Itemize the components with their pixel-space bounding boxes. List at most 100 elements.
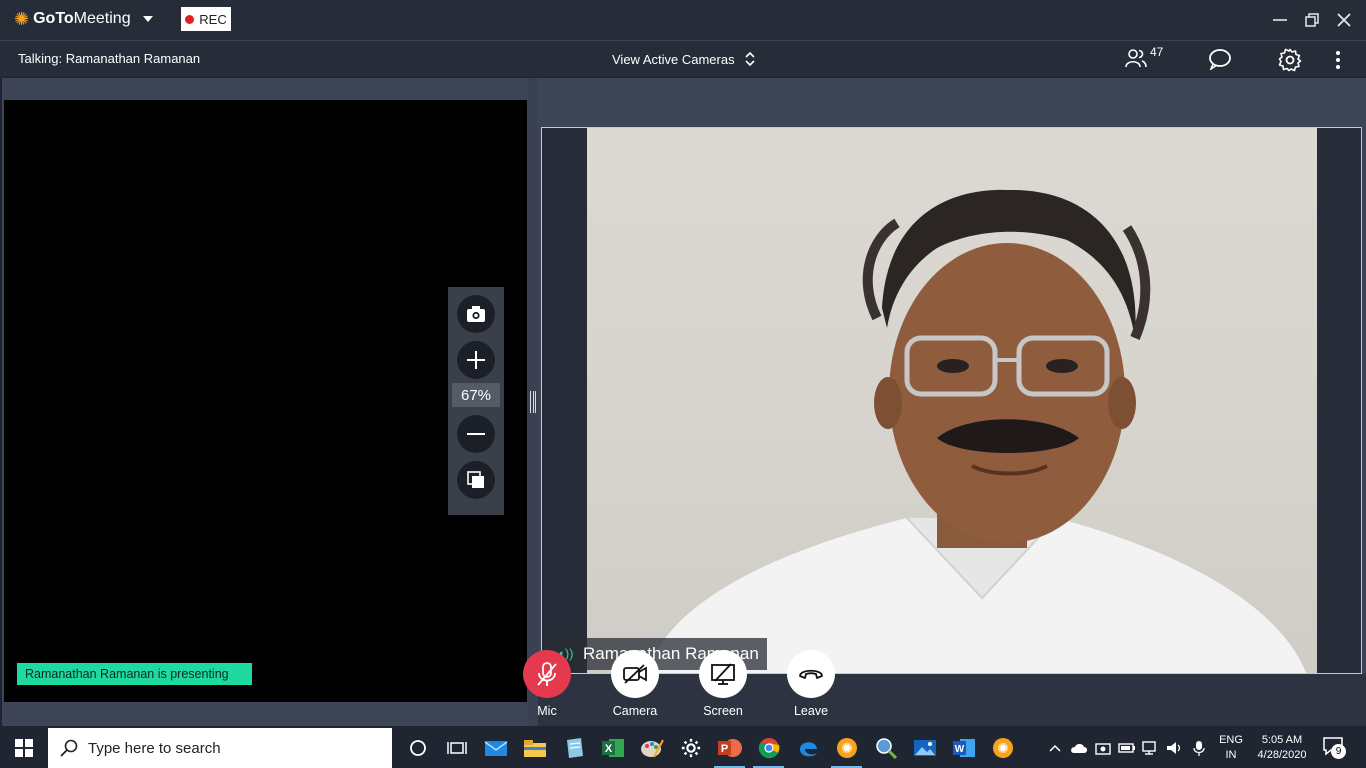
task-view-button[interactable] xyxy=(437,728,476,768)
gotomeeting-secondary-icon: ✺ xyxy=(992,738,1013,758)
leave-toggle[interactable] xyxy=(787,650,835,698)
kebab-menu-icon xyxy=(1336,51,1340,69)
leave-button[interactable]: Leave xyxy=(781,650,841,718)
app-name: GoToMeeting xyxy=(33,10,131,27)
shared-screen-header xyxy=(2,78,528,100)
webcam-icon xyxy=(1095,743,1111,755)
notification-badge: 9 xyxy=(1331,744,1346,759)
speaker-icon xyxy=(1167,742,1181,754)
leave-label: Leave xyxy=(793,704,829,718)
view-cameras-label: View Active Cameras xyxy=(612,51,735,67)
taskbar-mail[interactable] xyxy=(476,728,515,768)
zoom-in-button[interactable] xyxy=(457,341,495,379)
taskbar-gotomeeting-2[interactable]: ✺ xyxy=(983,728,1022,768)
copy-window-icon xyxy=(467,471,484,488)
recording-indicator[interactable]: REC xyxy=(181,7,231,31)
camera-tray[interactable] xyxy=(1094,741,1112,755)
restore-icon xyxy=(1305,13,1319,27)
view-active-cameras-dropdown[interactable]: View Active Cameras xyxy=(612,51,755,67)
battery-icon xyxy=(1118,743,1135,753)
camera-toggle[interactable] xyxy=(611,650,659,698)
settings-button[interactable] xyxy=(1278,48,1302,72)
taskbar-magnifier[interactable] xyxy=(866,728,905,768)
taskbar-edge[interactable] xyxy=(788,728,827,768)
lang-bottom: IN xyxy=(1225,749,1237,761)
people-icon xyxy=(1125,49,1147,68)
microphone-tray[interactable] xyxy=(1190,740,1208,756)
gotomeeting-app-icon: ✺ xyxy=(836,738,857,758)
clock-time: 5:05 AM xyxy=(1261,734,1303,746)
clock-date: 4/28/2020 xyxy=(1257,749,1307,761)
edge-browser-icon xyxy=(799,742,817,757)
gotomeeting-logo-icon: ✺ xyxy=(14,9,30,29)
rec-label: REC xyxy=(199,11,227,27)
taskbar-photos[interactable] xyxy=(905,728,944,768)
screenshot-button[interactable] xyxy=(457,295,495,333)
input-language-indicator[interactable]: ENG IN xyxy=(1218,733,1244,763)
svg-text:P: P xyxy=(720,743,727,755)
mic-toggle[interactable] xyxy=(523,650,571,698)
mic-button[interactable]: Mic xyxy=(517,650,577,718)
camera-button[interactable]: Camera xyxy=(605,650,665,718)
cortana-button[interactable] xyxy=(398,728,437,768)
minus-icon xyxy=(467,433,485,435)
svg-text:✺: ✺ xyxy=(841,741,853,757)
settings-gear-icon xyxy=(681,738,700,758)
participant-video xyxy=(587,128,1317,673)
excel-icon: X xyxy=(601,739,624,757)
magnifier-icon xyxy=(875,738,897,759)
screen-toggle[interactable] xyxy=(699,650,747,698)
onedrive-tray[interactable] xyxy=(1070,742,1088,754)
windows-taskbar: Type here to search X P ✺ W ✺ ENG IN 5:0… xyxy=(0,728,1366,768)
svg-text:X: X xyxy=(604,743,612,755)
chat-bubble-icon xyxy=(1209,49,1231,70)
taskbar-chrome[interactable] xyxy=(749,728,788,768)
action-center-button[interactable]: 9 xyxy=(1322,736,1350,760)
show-hidden-icons-button[interactable] xyxy=(1046,744,1064,752)
start-button[interactable] xyxy=(0,728,48,768)
taskbar-paint[interactable] xyxy=(632,728,671,768)
camera-snapshot-icon xyxy=(467,306,485,322)
screen-button[interactable]: Screen xyxy=(693,650,753,718)
restore-button[interactable] xyxy=(1296,0,1328,40)
zoom-out-button[interactable] xyxy=(457,415,495,453)
pane-resize-handle[interactable] xyxy=(528,78,538,726)
attendee-count: 47 xyxy=(1150,45,1164,59)
taskbar-word[interactable]: W xyxy=(944,728,983,768)
title-bar: ✺ GoToMeeting REC xyxy=(0,0,1366,40)
taskbar-powerpoint[interactable]: P xyxy=(710,728,749,768)
minimize-button[interactable] xyxy=(1264,0,1296,40)
meeting-toolbar: Talking: Ramanathan Ramanan View Active … xyxy=(0,40,1366,77)
more-options-button[interactable] xyxy=(1330,49,1346,71)
sort-updown-icon xyxy=(745,51,755,67)
svg-text:✺: ✺ xyxy=(997,741,1009,757)
app-menu[interactable]: ✺ GoToMeeting xyxy=(14,10,153,28)
chrome-icon xyxy=(758,738,779,759)
paint-palette-icon xyxy=(640,739,664,758)
lang-top: ENG xyxy=(1219,734,1243,746)
taskbar-clock[interactable]: 5:05 AM 4/28/2020 xyxy=(1252,733,1312,763)
resize-grip-icon xyxy=(530,391,536,413)
taskbar-excel[interactable]: X xyxy=(593,728,632,768)
network-tray[interactable] xyxy=(1142,741,1160,755)
fit-screen-button[interactable] xyxy=(457,461,495,499)
photos-icon xyxy=(913,740,936,756)
minimize-icon xyxy=(1273,19,1287,21)
participant-video-tile[interactable] xyxy=(541,127,1362,674)
battery-tray[interactable] xyxy=(1118,742,1136,754)
taskbar-search-box[interactable]: Type here to search xyxy=(48,728,392,768)
taskbar-settings[interactable] xyxy=(671,728,710,768)
taskbar-file-explorer[interactable] xyxy=(515,728,554,768)
search-placeholder: Type here to search xyxy=(88,739,221,757)
mic-muted-icon xyxy=(537,662,557,686)
chat-button[interactable] xyxy=(1208,48,1232,70)
hang-up-phone-icon xyxy=(799,669,823,679)
network-icon xyxy=(1142,741,1156,755)
search-icon xyxy=(60,739,78,757)
talking-indicator: Talking: Ramanathan Ramanan xyxy=(18,51,201,66)
attendees-button[interactable]: 47 xyxy=(1124,45,1164,69)
taskbar-notes[interactable] xyxy=(554,728,593,768)
taskbar-gotomeeting[interactable]: ✺ xyxy=(827,728,866,768)
close-button[interactable] xyxy=(1328,0,1360,40)
volume-tray[interactable] xyxy=(1166,741,1184,755)
